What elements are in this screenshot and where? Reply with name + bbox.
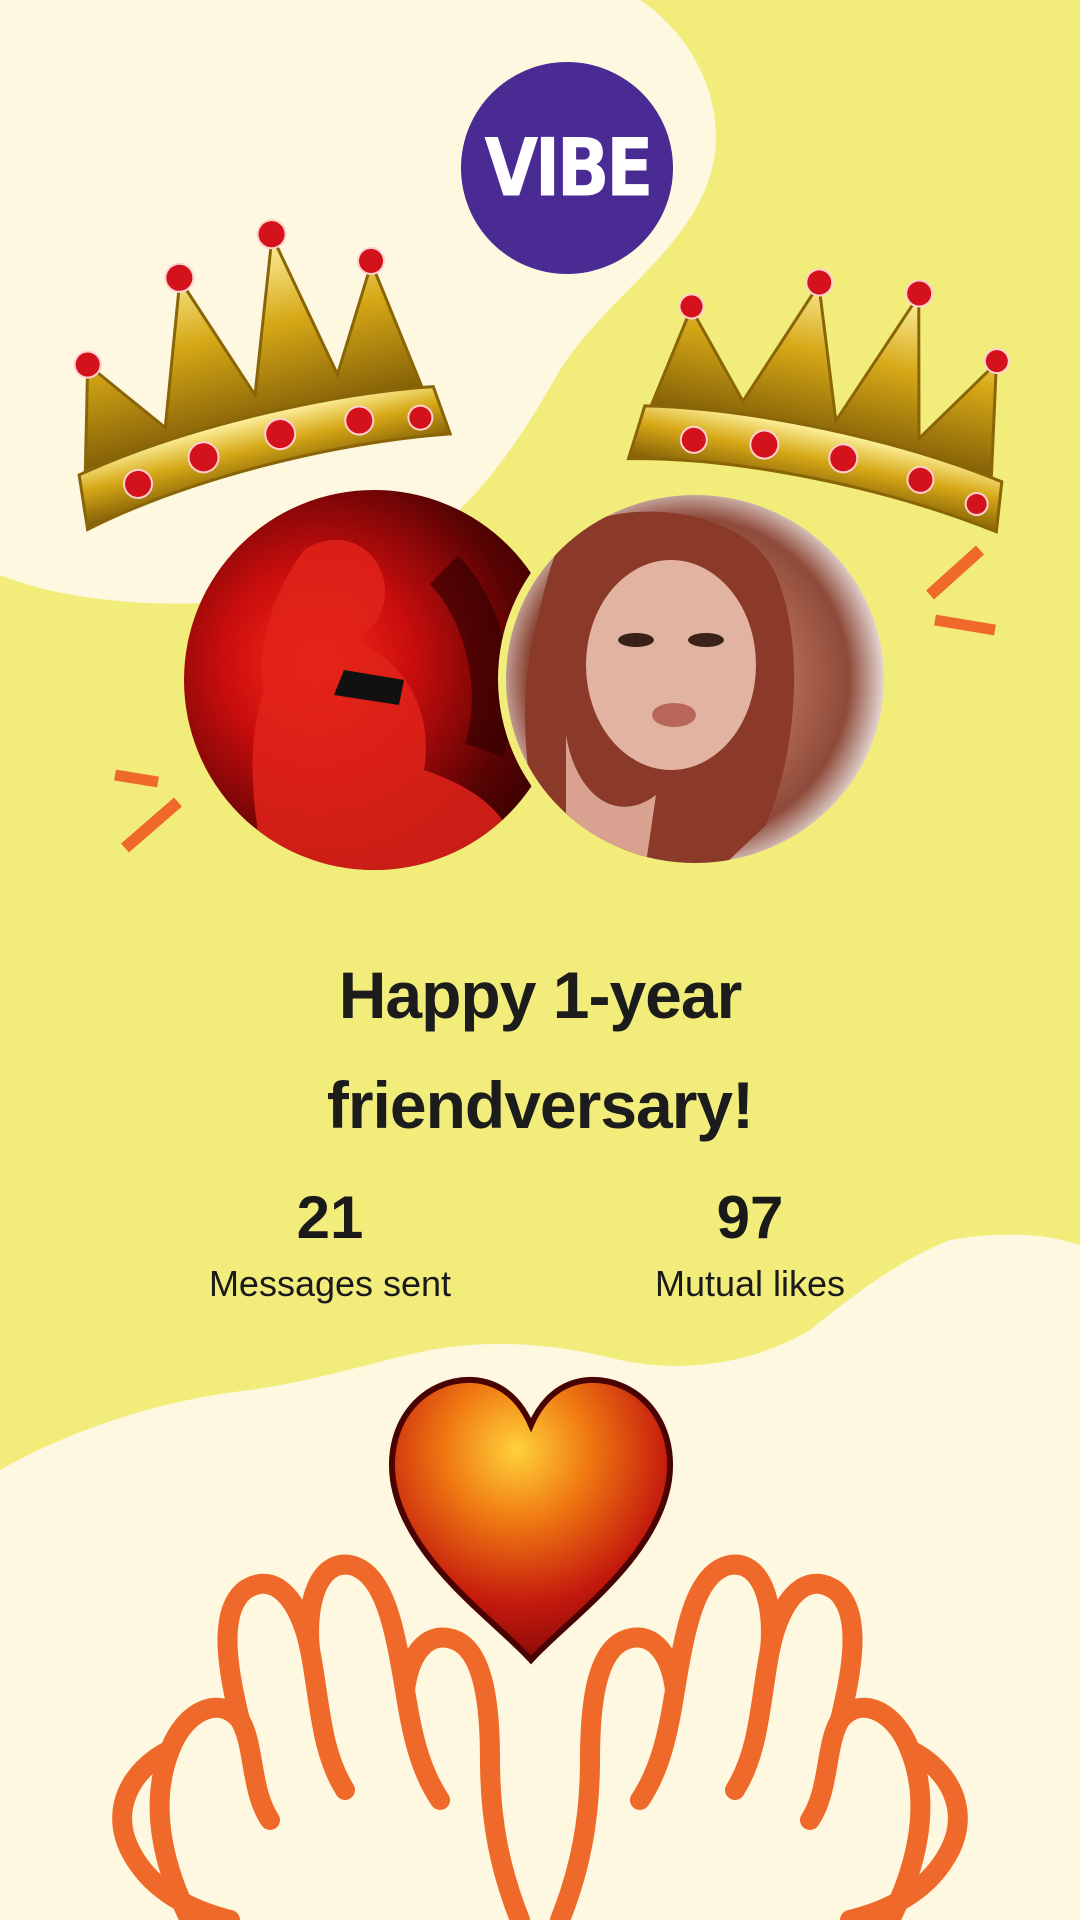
red-heart-icon: [388, 1376, 674, 1665]
stat-messages-sent: 21 Messages sent: [170, 1185, 490, 1309]
vibe-logo: VIBE: [461, 62, 673, 274]
story-card: VIBE Happy 1-year friendversary! 21 Mess…: [0, 0, 1080, 1920]
headline: Happy 1-year friendversary!: [160, 940, 920, 1160]
stat-value: 97: [716, 1184, 784, 1251]
sparkle-lines-icon: [114, 769, 182, 853]
headline-line-1: Happy 1-year: [338, 958, 743, 1032]
sparkle-lines-icon: [925, 545, 996, 636]
stat-label: Messages sent: [208, 1263, 452, 1304]
stat-label: Mutual likes: [654, 1263, 846, 1304]
stat-mutual-likes: 97 Mutual likes: [590, 1185, 910, 1309]
friend-photo-right: [525, 511, 795, 863]
headline-line-2: friendversary!: [326, 1068, 754, 1142]
logo-text: VIBE: [484, 120, 653, 216]
friend-avatar-right[interactable]: [498, 487, 892, 871]
stat-value: 21: [296, 1184, 364, 1251]
